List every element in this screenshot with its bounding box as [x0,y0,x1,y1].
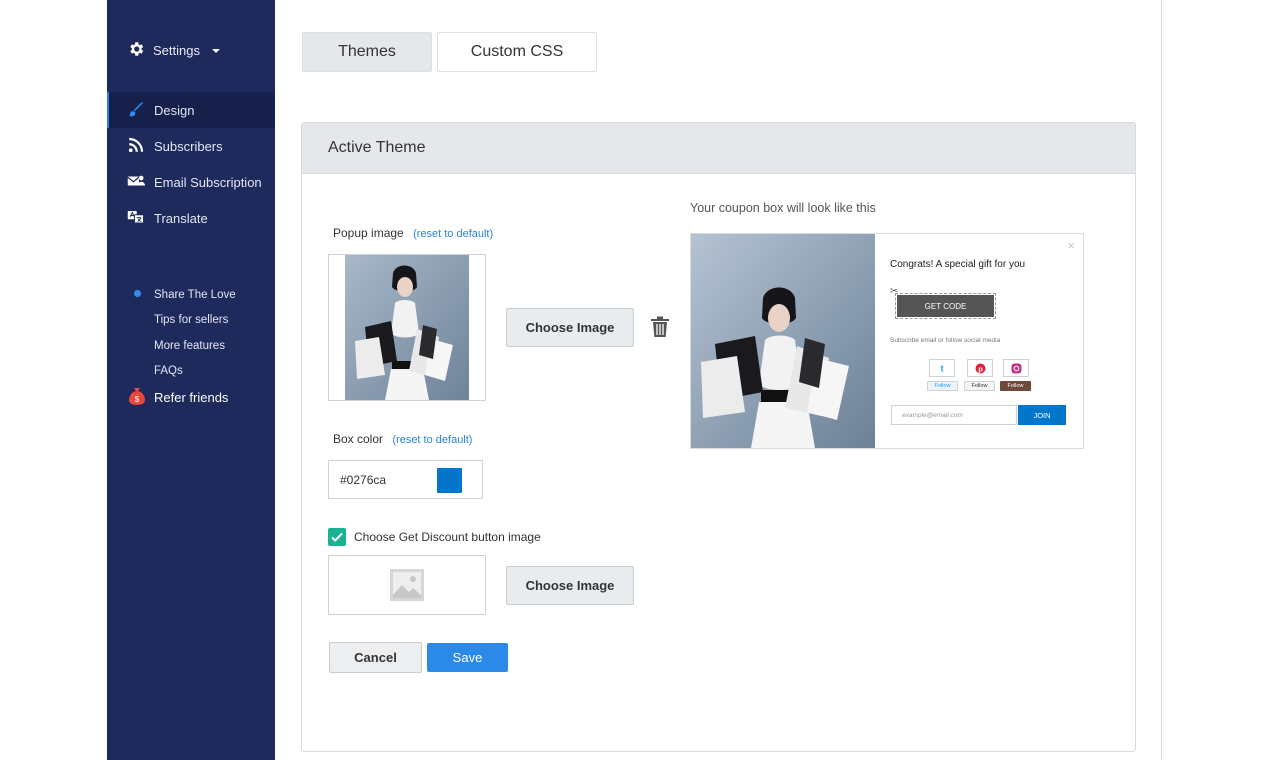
link-label: Tips for sellers [154,314,229,327]
link-tips-for-sellers[interactable]: Tips for sellers [107,308,275,334]
popup-image-text: Popup image [333,226,404,240]
svg-text:p: p [978,364,983,373]
sidebar-links: Share The Love Tips for sellers More fea… [107,282,275,410]
sidebar-nav: Design Subscribers Email Subscription Tr… [107,92,275,236]
link-more-features[interactable]: More features [107,333,275,359]
translate-icon [127,208,145,229]
box-color-input[interactable]: #0276ca [328,460,483,499]
discount-checkbox-label: Choose Get Discount button image [354,530,541,544]
twitter-follow-button[interactable]: Follow [927,381,958,391]
reset-box-color-link[interactable]: (reset to default) [392,434,472,446]
caret-down-icon [211,48,220,53]
cancel-button[interactable]: Cancel [329,642,422,673]
preview-title: Congrats! A special gift for you [890,259,1026,270]
svg-text:$: $ [135,395,140,404]
close-icon[interactable]: × [1067,238,1075,253]
refer-friends-label: Refer friends [154,389,229,405]
refer-friends-link[interactable]: $ Refer friends [107,384,275,410]
coupon-box-preview: × Congrats! A special gift for you ✂ GET… [690,233,1084,449]
discount-button-image-box [328,555,486,615]
pinterest-follow-button[interactable]: Follow [964,381,995,391]
sidebar-item-label: Subscribers [154,138,223,154]
reset-popup-image-link[interactable]: (reset to default) [413,228,493,240]
tab-custom-css[interactable]: Custom CSS [437,32,597,72]
preview-caption: Your coupon box will look like this [690,201,876,215]
sidebar-item-label: Email Subscription [154,174,262,190]
money-bag-icon: $ [128,386,146,409]
preview-join-button[interactable]: JOIN [1018,405,1066,425]
box-color-value: #0276ca [340,472,387,487]
color-swatch[interactable] [437,468,462,493]
woman-shopping-image [345,255,469,400]
sidebar-item-label: Design [154,102,195,118]
envelope-user-icon [127,172,145,193]
pinterest-follow-label: Follow [971,383,988,389]
checkmark-icon [331,532,343,542]
discount-image-checkbox[interactable] [328,528,346,546]
pinterest-icon[interactable]: p [967,359,993,377]
image-placeholder-icon [390,569,424,601]
paintbrush-icon [127,100,145,121]
gear-icon [127,40,145,61]
choose-popup-image-button[interactable]: Choose Image [506,308,634,347]
link-label: More features [154,339,225,352]
choose-discount-image-button[interactable]: Choose Image [506,566,634,605]
preview-subscribe-text: Subscribe email or follow social media [890,337,1001,344]
save-button[interactable]: Save [427,643,508,672]
svg-text:t: t [941,364,944,374]
twitter-follow-label: Follow [934,383,951,389]
sidebar-item-translate[interactable]: Translate [107,200,275,236]
box-color-text: Box color [333,432,384,446]
rss-icon [127,136,145,157]
notification-dot [134,290,141,297]
popup-image-thumbnail [328,254,486,401]
instagram-follow-button[interactable]: Follow [1000,381,1031,391]
settings-label: Settings [153,43,200,58]
instagram-follow-label: Follow [1007,383,1024,389]
tab-themes[interactable]: Themes [302,32,432,72]
link-label: Share The Love [154,288,236,301]
sidebar-item-label: Translate [154,210,208,226]
link-faqs[interactable]: FAQs [107,359,275,385]
trash-icon[interactable] [650,316,670,338]
preview-email-input[interactable]: example@email.com [891,405,1017,425]
settings-menu[interactable]: Settings [127,40,220,61]
instagram-icon[interactable] [1003,359,1029,377]
popup-image-label: Popup image (reset to default) [333,226,493,240]
box-color-label: Box color (reset to default) [333,432,472,446]
twitter-icon[interactable]: t [929,359,955,377]
link-label: FAQs [154,365,183,378]
sidebar-item-design[interactable]: Design [107,92,275,128]
get-code-button[interactable]: GET CODE [895,293,996,319]
panel-title: Active Theme [302,123,1135,174]
sidebar: Settings Design Subscribers Email Subscr… [107,0,275,760]
link-share-the-love[interactable]: Share The Love [107,282,275,308]
sidebar-item-email-subscription[interactable]: Email Subscription [107,164,275,200]
preview-woman-image [691,234,875,448]
sidebar-item-subscribers[interactable]: Subscribers [107,128,275,164]
